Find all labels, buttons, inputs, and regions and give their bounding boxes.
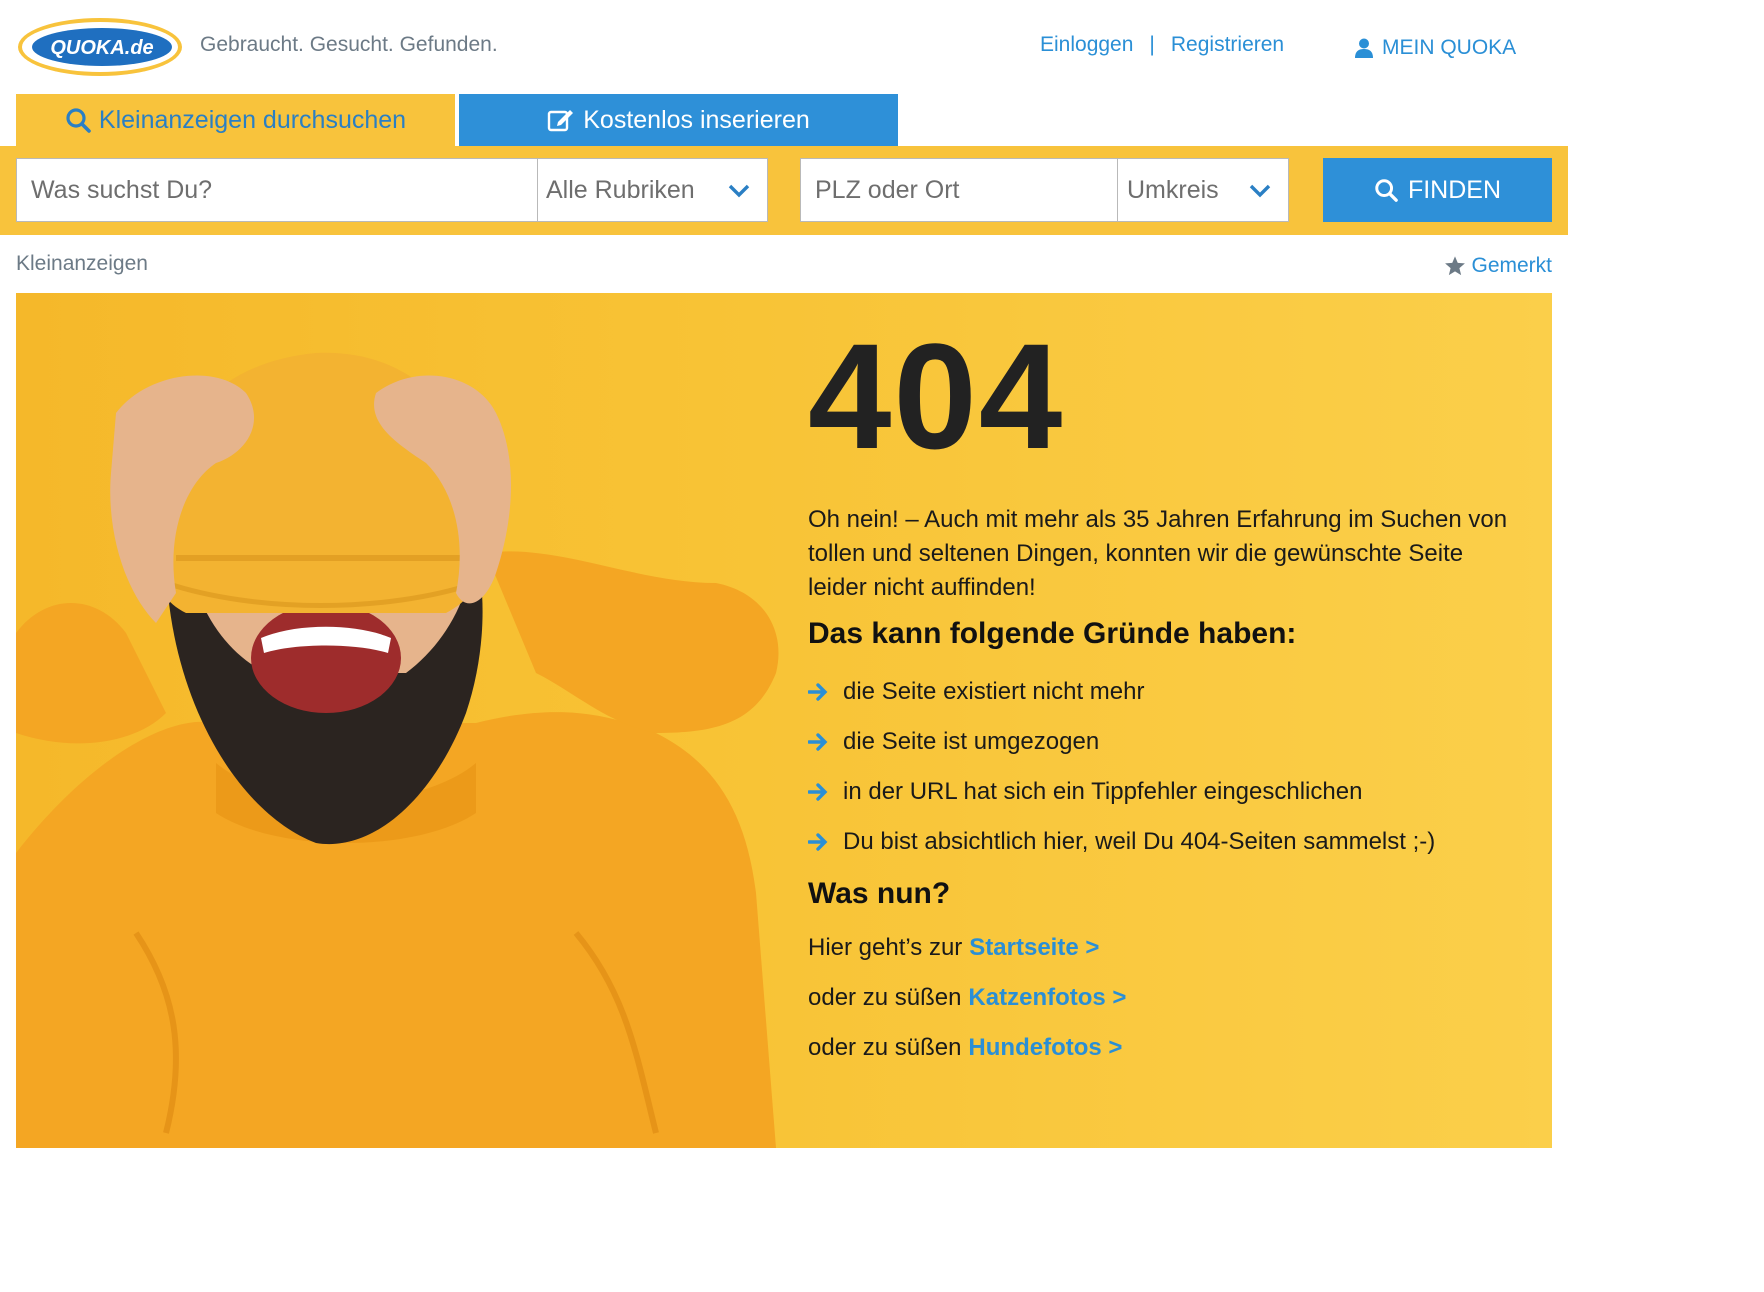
arrow-right-icon	[808, 782, 843, 802]
reason-text: in der URL hat sich ein Tippfehler einge…	[843, 778, 1363, 805]
cat-photos-link[interactable]: Katzenfotos >	[968, 984, 1126, 1012]
register-link[interactable]: Registrieren	[1171, 33, 1284, 57]
find-button-label: FINDEN	[1407, 175, 1502, 204]
edit-icon	[548, 110, 574, 132]
reasons-list: die Seite existiert nicht mehr die Seite…	[808, 667, 1435, 867]
breadcrumb[interactable]: Kleinanzeigen	[16, 252, 148, 276]
hero-illustration	[16, 352, 779, 1148]
search-icon	[66, 108, 91, 133]
radius-value: Umkreis	[1127, 175, 1219, 204]
list-item: Du bist absichtlich hier, weil Du 404-Se…	[808, 817, 1435, 867]
search-placeholder: Was suchst Du?	[31, 175, 213, 204]
tab-post-label: Kostenlos inserieren	[583, 105, 810, 134]
arrow-right-icon	[808, 682, 843, 702]
site-header: QUOKA.de Gebraucht. Gesucht. Gefunden. E…	[0, 0, 1568, 94]
chevron-down-icon	[728, 184, 750, 198]
next-steps-heading: Was nun?	[808, 877, 951, 910]
bookmarks-link[interactable]: Gemerkt	[1444, 254, 1552, 278]
category-value: Alle Rubriken	[546, 175, 695, 204]
radius-select[interactable]: Umkreis	[1117, 158, 1289, 222]
reasons-heading: Das kann folgende Gründe haben:	[808, 617, 1297, 650]
location-placeholder: PLZ oder Ort	[815, 175, 960, 204]
link-prefix: oder zu süßen	[808, 984, 962, 1011]
category-select[interactable]: Alle Rubriken	[537, 158, 768, 222]
tagline: Gebraucht. Gesucht. Gefunden.	[200, 33, 498, 56]
link-prefix: oder zu süßen	[808, 1034, 962, 1061]
error-hero: 404 Oh nein! – Auch mit mehr als 35 Jahr…	[16, 293, 1552, 1148]
find-button[interactable]: FINDEN	[1323, 158, 1552, 222]
quoka-logo[interactable]: QUOKA.de	[16, 16, 184, 78]
reason-text: die Seite existiert nicht mehr	[843, 678, 1145, 705]
link-separator: |	[1149, 33, 1155, 56]
reason-text: Du bist absichtlich hier, weil Du 404-Se…	[843, 828, 1436, 855]
location-input[interactable]: PLZ oder Ort	[800, 158, 1118, 222]
list-item: die Seite existiert nicht mehr	[808, 667, 1435, 717]
bookmarks-label: Gemerkt	[1471, 254, 1552, 277]
login-link[interactable]: Einloggen	[1040, 33, 1133, 57]
list-item: oder zu süßen Hundefotos >	[808, 1023, 1126, 1073]
chevron-down-icon	[1249, 184, 1271, 198]
list-item: Hier geht’s zur Startseite >	[808, 923, 1126, 973]
link-prefix: Hier geht’s zur	[808, 934, 963, 961]
tab-search-listings[interactable]: Kleinanzeigen durchsuchen	[16, 94, 455, 146]
user-icon	[1355, 38, 1373, 58]
account-links: Einloggen | Registrieren	[1040, 33, 1284, 57]
reason-text: die Seite ist umgezogen	[843, 728, 1100, 755]
list-item: in der URL hat sich ein Tippfehler einge…	[808, 767, 1435, 817]
list-item: oder zu süßen Katzenfotos >	[808, 973, 1126, 1023]
arrow-right-icon	[808, 832, 843, 852]
next-steps-links: Hier geht’s zur Startseite > oder zu süß…	[808, 923, 1126, 1073]
search-icon	[1375, 179, 1398, 202]
homepage-link[interactable]: Startseite >	[969, 934, 1099, 962]
list-item: die Seite ist umgezogen	[808, 717, 1435, 767]
error-code: 404	[808, 312, 1065, 480]
search-bar: Was suchst Du? Alle Rubriken PLZ oder Or…	[0, 146, 1568, 235]
arrow-right-icon	[808, 732, 843, 752]
my-account-link[interactable]: MEIN QUOKA	[1354, 36, 1516, 60]
dog-photos-link[interactable]: Hundefotos >	[968, 1034, 1122, 1062]
tab-post-listing[interactable]: Kostenlos inserieren	[459, 94, 898, 146]
my-account-label: MEIN QUOKA	[1382, 36, 1517, 59]
search-input[interactable]: Was suchst Du?	[16, 158, 538, 222]
tab-search-label: Kleinanzeigen durchsuchen	[98, 105, 407, 134]
logo-text: QUOKA.de	[50, 37, 153, 59]
error-intro: Oh nein! – Auch mit mehr als 35 Jahren E…	[808, 506, 1508, 601]
star-icon	[1445, 256, 1466, 276]
